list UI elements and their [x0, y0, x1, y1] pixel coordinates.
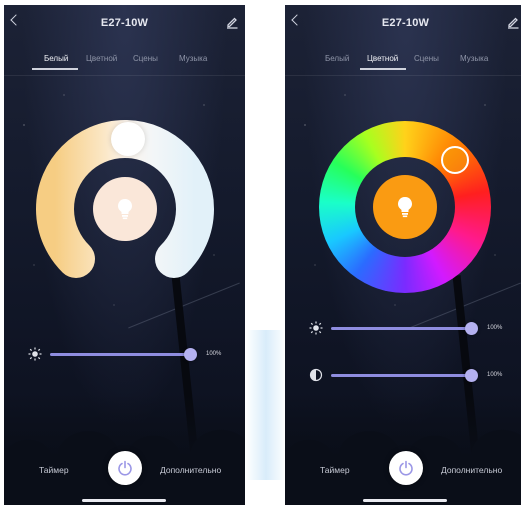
brightness-knob[interactable]	[183, 348, 197, 361]
power-button[interactable]	[108, 451, 142, 485]
tab-scenes[interactable]: Сцены	[414, 54, 439, 63]
saturation-track[interactable]	[331, 374, 471, 377]
bulb-icon	[398, 197, 412, 218]
sun-brightness-icon	[309, 321, 323, 335]
tab-white[interactable]: Белый	[44, 54, 68, 63]
tab-music[interactable]: Музыка	[179, 54, 207, 63]
back-chevron-icon[interactable]	[291, 14, 303, 26]
phone-screen-white: E27-10W Белый Цветной Сцены Музыка 100% …	[4, 5, 245, 505]
mode-tabs: Белый Цветной Сцены Музыка	[285, 41, 521, 76]
saturation-value: 100%	[487, 372, 503, 378]
power-icon	[118, 460, 132, 476]
bulb-preview	[93, 177, 157, 241]
tab-music[interactable]: Музыка	[460, 54, 488, 63]
tab-scenes[interactable]: Сцены	[133, 54, 158, 63]
more-button[interactable]: Дополнительно	[160, 465, 221, 475]
tab-color[interactable]: Цветной	[367, 54, 398, 63]
timer-button[interactable]: Таймер	[39, 465, 69, 475]
brightness-track[interactable]	[50, 353, 190, 356]
home-indicator	[82, 499, 166, 502]
saturation-slider[interactable]: 100%	[309, 368, 516, 382]
back-chevron-icon[interactable]	[10, 14, 22, 26]
edit-pencil-icon[interactable]	[506, 15, 520, 29]
contrast-saturation-icon	[309, 368, 323, 382]
timer-button[interactable]: Таймер	[320, 465, 350, 475]
bottom-bar: Таймер Дополнительно	[4, 449, 245, 505]
background-watermark	[246, 330, 286, 480]
mode-tabs: Белый Цветной Сцены Музыка	[4, 41, 245, 76]
top-bar: E27-10W	[285, 5, 521, 41]
sun-brightness-icon	[28, 347, 42, 361]
more-button[interactable]: Дополнительно	[441, 465, 502, 475]
top-bar: E27-10W	[4, 5, 245, 41]
tab-white[interactable]: Белый	[325, 54, 349, 63]
saturation-knob[interactable]	[464, 369, 478, 382]
hue-selector-handle[interactable]	[441, 146, 469, 174]
brightness-slider[interactable]: 100%	[309, 321, 516, 335]
device-title: E27-10W	[381, 17, 430, 29]
brightness-track[interactable]	[331, 327, 471, 330]
home-indicator	[363, 499, 447, 502]
power-button[interactable]	[389, 451, 423, 485]
brightness-value: 100%	[206, 351, 222, 357]
active-tab-indicator	[32, 68, 78, 70]
background-pole	[171, 275, 201, 475]
device-title: E27-10W	[100, 17, 149, 29]
brightness-knob[interactable]	[464, 322, 478, 335]
bulb-icon	[118, 199, 132, 220]
edit-pencil-icon[interactable]	[225, 15, 239, 29]
tab-color[interactable]: Цветной	[86, 54, 117, 63]
phone-screen-color: E27-10W Белый Цветной Сцены Музыка 100% …	[285, 5, 521, 505]
brightness-slider[interactable]: 100%	[28, 347, 235, 361]
temperature-handle[interactable]	[111, 122, 145, 156]
power-icon	[399, 460, 413, 476]
active-tab-indicator	[360, 68, 406, 70]
bottom-bar: Таймер Дополнительно	[285, 449, 521, 505]
bulb-preview	[373, 175, 437, 239]
brightness-value: 100%	[487, 325, 503, 331]
